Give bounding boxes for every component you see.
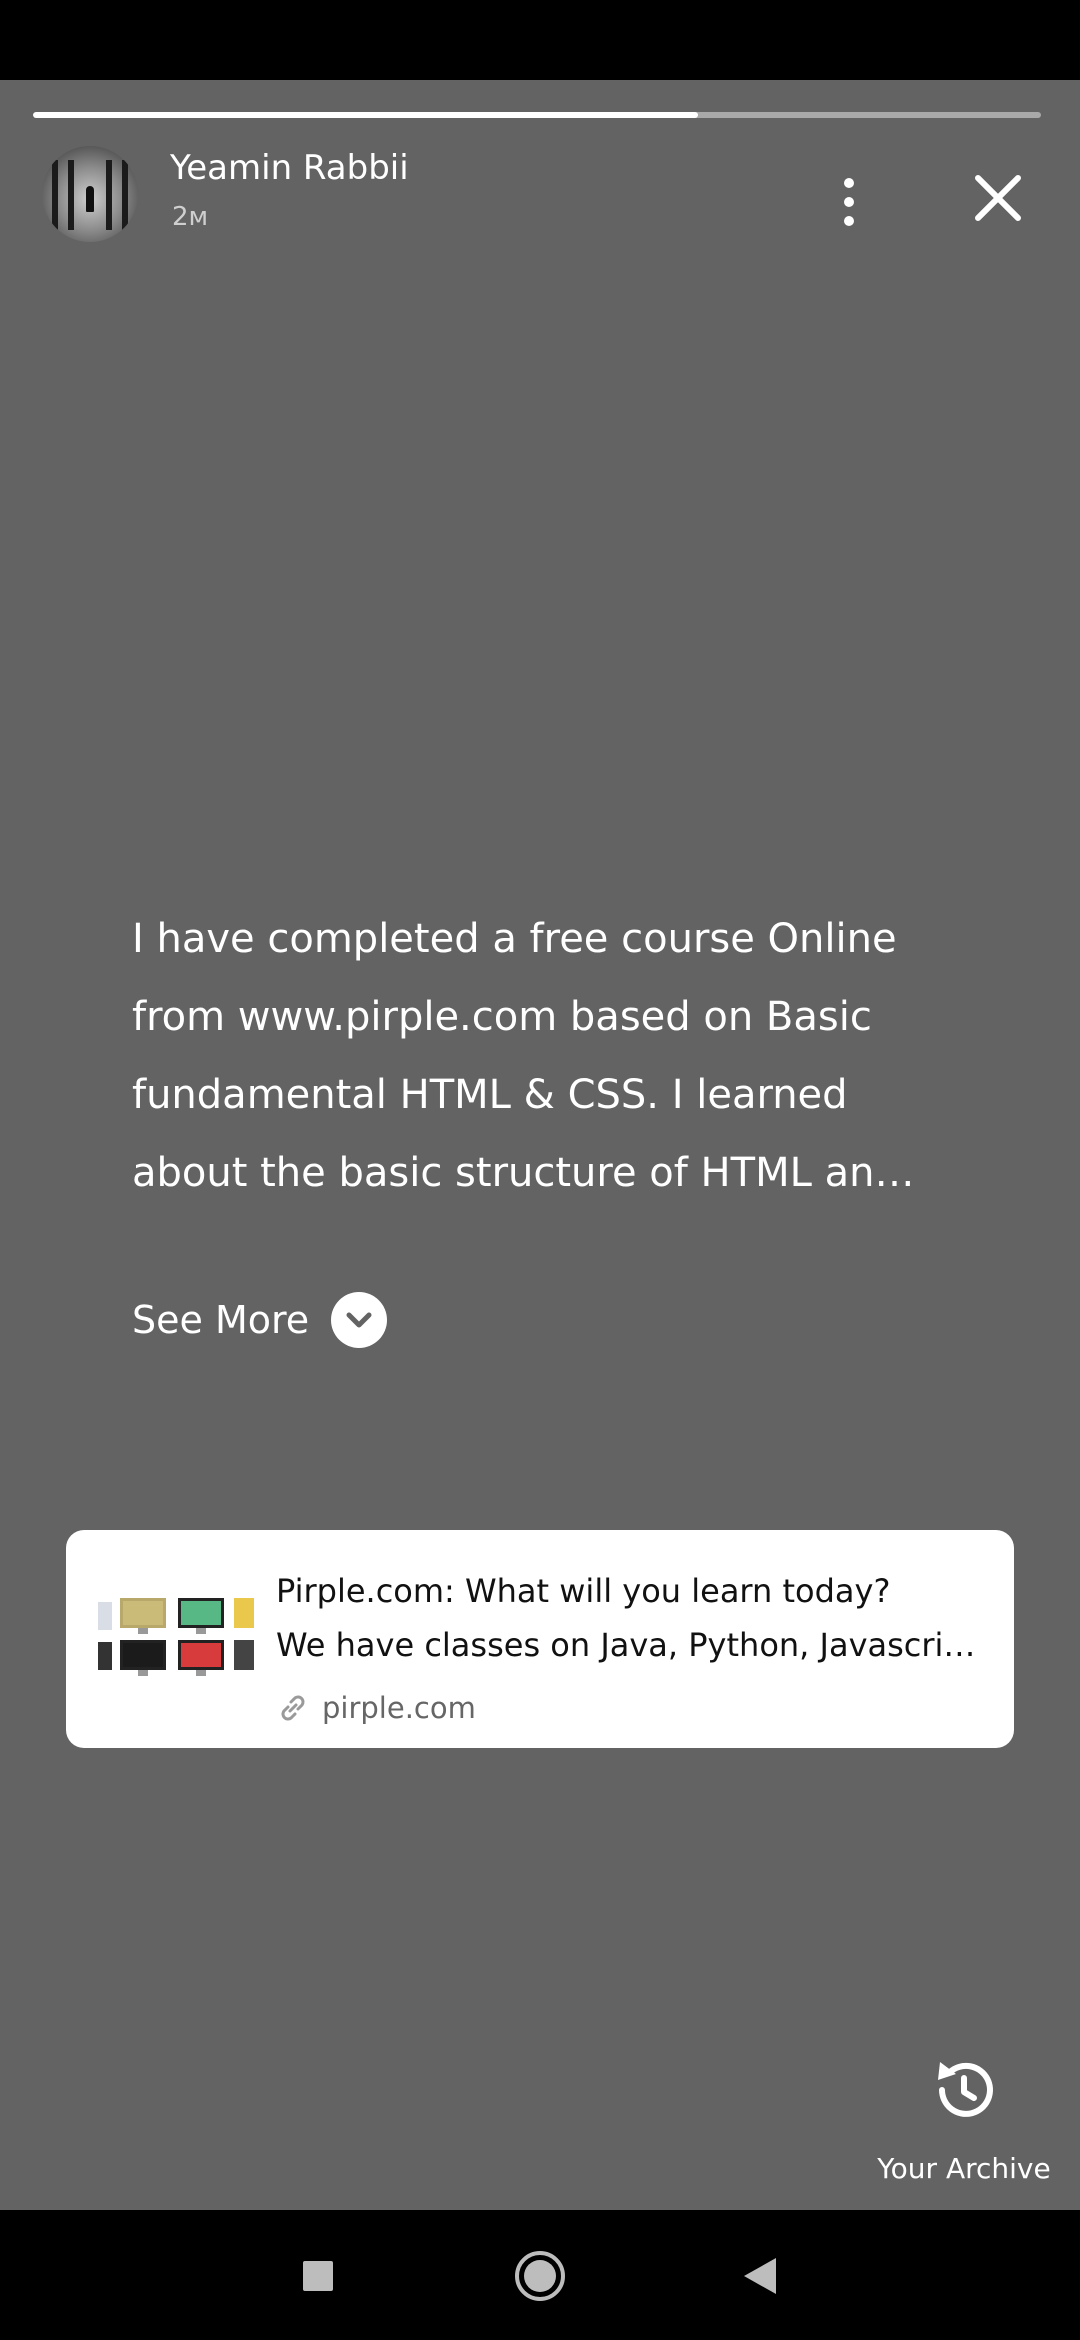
link-domain-row: pirple.com: [276, 1690, 476, 1726]
user-name[interactable]: Yeamin Rabbii: [170, 148, 409, 188]
square-icon: [303, 2261, 333, 2291]
link-preview-card[interactable]: Pirple.com: What will you learn today? W…: [66, 1530, 1014, 1748]
caption-line: I have completed a free course Online: [132, 916, 897, 962]
story-timestamp: 2м: [172, 202, 209, 232]
close-button[interactable]: [968, 168, 1028, 228]
link-thumbnail: [98, 1590, 254, 1682]
see-more-button[interactable]: See More: [132, 1290, 388, 1350]
navigation-bar: [0, 2210, 1080, 2340]
status-bar: [0, 0, 1080, 80]
story-progress-fill: [33, 112, 699, 118]
link-icon: [281, 1695, 305, 1721]
link-domain: pirple.com: [322, 1691, 476, 1725]
caption-line: fundamental HTML & CSS. I learned: [132, 1072, 848, 1118]
see-more-label: See More: [132, 1298, 310, 1342]
circle-icon: [515, 2251, 565, 2301]
story-caption: I have completed a free course Online fr…: [132, 900, 952, 1212]
chevron-down-icon: [331, 1292, 388, 1348]
home-button[interactable]: [512, 2248, 568, 2304]
avatar[interactable]: [42, 146, 138, 242]
caption-line: from www.pirple.com based on Basic: [132, 994, 872, 1040]
close-icon: [975, 175, 1021, 221]
caption-line: about the basic structure of HTML an…: [132, 1150, 915, 1196]
triangle-back-icon: [744, 2258, 776, 2294]
link-title: Pirple.com: What will you learn today?: [276, 1572, 891, 1610]
more-vertical-icon: [844, 178, 854, 188]
archive-label: Your Archive: [877, 2152, 1051, 2185]
back-button[interactable]: [732, 2248, 788, 2304]
your-archive-button[interactable]: Your Archive: [872, 2040, 1056, 2200]
archive-history-icon: [938, 2062, 993, 2117]
story-viewer[interactable]: Yeamin Rabbii 2м I have completed a free…: [0, 80, 1080, 2210]
story-progress-bar: [33, 112, 1041, 118]
link-description: We have classes on Java, Python, Javascr…: [276, 1626, 986, 1664]
recents-button[interactable]: [290, 2248, 346, 2304]
more-options-button[interactable]: [824, 172, 874, 232]
